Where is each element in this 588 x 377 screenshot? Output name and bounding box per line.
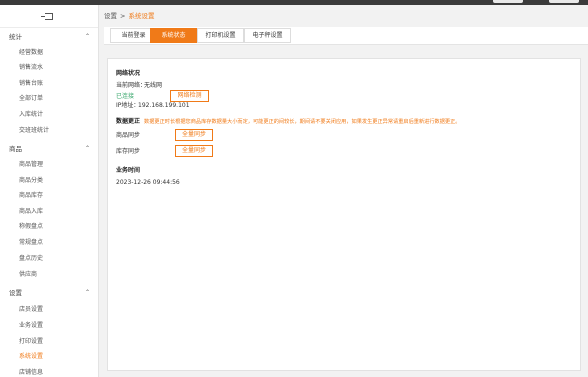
sidebar-section-stats[interactable]: 统计 ⌃	[0, 30, 98, 44]
tab-scale-settings[interactable]: 电子秤设置	[244, 28, 291, 43]
chevron-up-icon: ⌃	[85, 145, 91, 152]
sidebar-item-staff-settings[interactable]: 店员设置	[0, 303, 98, 317]
sidebar-item-label: 常规盘点	[19, 239, 44, 246]
sidebar-item-label: 入库统计	[19, 111, 44, 118]
sidebar-item-label: 商品库存	[19, 192, 44, 199]
sidebar-item-label: 销售台账	[19, 80, 44, 87]
sidebar-item-label: 业务设置	[19, 322, 44, 329]
sidebar-item-label: 商品分类	[19, 177, 44, 184]
sidebar-item-label: 系统设置	[19, 353, 44, 360]
data-correction-title: 数据更正	[116, 118, 141, 125]
sidebar-section-label: 统计	[9, 33, 22, 41]
business-time-value: 2023-12-26 09:44:56	[116, 179, 180, 186]
sidebar: 统计 ⌃ 经营数据 销售流水 销售台账 全部订单 入库统计 交班班统计 商品 ⌃…	[0, 5, 99, 377]
sidebar-item-label: 供应商	[19, 271, 38, 278]
sidebar-item-shift-stats[interactable]: 交班班统计	[0, 124, 98, 138]
sidebar-item-label: 店铺信息	[19, 369, 44, 376]
current-network-label: 当前网络：	[116, 82, 147, 89]
sidebar-item-label: 交班班统计	[19, 127, 50, 134]
sidebar-item-goods-stock[interactable]: 商品库存	[0, 189, 98, 203]
sidebar-item-label: 商品入库	[19, 208, 44, 215]
sidebar-item-business-settings[interactable]: 业务设置	[0, 319, 98, 333]
stock-full-sync-button[interactable]: 全量同步	[175, 145, 213, 157]
chevron-up-icon: ⌃	[85, 289, 91, 296]
sidebar-item-store-info[interactable]: 店铺信息	[0, 366, 98, 377]
business-time-title: 业务时间	[116, 167, 141, 174]
sidebar-item-label: 全部订单	[19, 95, 44, 102]
collapse-menu-icon[interactable]	[41, 13, 53, 20]
sidebar-section-label: 设置	[9, 289, 22, 297]
breadcrumb-current: 系统设置	[128, 12, 155, 20]
breadcrumb-root[interactable]: 设置	[104, 12, 117, 20]
sidebar-section-goods[interactable]: 商品 ⌃	[0, 142, 98, 156]
window-control-button[interactable]	[549, 0, 579, 3]
sidebar-item-system-settings[interactable]: 系统设置	[0, 350, 98, 364]
sidebar-item-inbound-stats[interactable]: 入库统计	[0, 108, 98, 122]
sidebar-item-business-data[interactable]: 经营数据	[0, 46, 98, 60]
breadcrumb: 设置 > 系统设置	[104, 10, 154, 20]
sidebar-item-all-orders[interactable]: 全部订单	[0, 92, 98, 106]
sidebar-item-print-settings[interactable]: 打印设置	[0, 335, 98, 349]
network-section-title: 网络状况	[116, 70, 141, 77]
sidebar-item-label: 销售流水	[19, 64, 44, 71]
tab-bar: 当前登录 系统状态 打印机设置 电子秤设置	[104, 27, 588, 45]
current-network-value: 无线网	[144, 82, 163, 89]
network-check-button[interactable]: 网络检测	[170, 90, 209, 102]
sidebar-item-count-history[interactable]: 盘点历史	[0, 252, 98, 266]
sidebar-item-weigh-count[interactable]: 称假盘点	[0, 220, 98, 234]
system-status-panel: 网络状况 当前网络： 无线网 已连接 网络检测 IP地址： 192.168.19…	[107, 58, 581, 371]
sidebar-item-sales-ledger[interactable]: 销售台账	[0, 77, 98, 91]
chevron-up-icon: ⌃	[85, 33, 91, 40]
tab-printer-settings[interactable]: 打印机设置	[197, 28, 244, 43]
divider	[0, 27, 98, 28]
breadcrumb-separator: >	[120, 12, 126, 20]
sidebar-item-regular-count[interactable]: 常规盘点	[0, 236, 98, 250]
data-correction-notice: 数据更正时长根据您商品库存数据量大小而定，可能更正的间较长，期间请不要关闭应用，…	[144, 119, 461, 125]
sidebar-item-goods-manage[interactable]: 商品管理	[0, 158, 98, 172]
sidebar-section-settings[interactable]: 设置 ⌃	[0, 286, 98, 300]
sidebar-item-goods-category[interactable]: 商品分类	[0, 174, 98, 188]
sidebar-item-sales-flow[interactable]: 销售流水	[0, 61, 98, 75]
goods-full-sync-button[interactable]: 全量同步	[175, 129, 213, 141]
sidebar-item-label: 商品管理	[19, 161, 44, 168]
sidebar-item-label: 盘点历史	[19, 255, 44, 262]
connection-status: 已连接	[116, 93, 135, 100]
stock-sync-label: 库存同步	[116, 148, 141, 155]
sidebar-section-label: 商品	[9, 145, 22, 153]
sidebar-item-label: 经营数据	[19, 49, 44, 56]
sidebar-item-label: 称假盘点	[19, 223, 44, 230]
sidebar-item-label: 打印设置	[19, 338, 44, 345]
ip-address-value: 192.168.199.101	[138, 102, 190, 109]
sidebar-item-supplier[interactable]: 供应商	[0, 268, 98, 282]
sidebar-item-goods-inbound[interactable]: 商品入库	[0, 205, 98, 219]
tab-system-status[interactable]: 系统状态	[150, 28, 197, 43]
window-control-button[interactable]	[493, 0, 523, 3]
ip-address-label: IP地址：	[116, 102, 140, 109]
goods-sync-label: 商品同步	[116, 132, 141, 139]
sidebar-item-label: 店员设置	[19, 306, 44, 313]
